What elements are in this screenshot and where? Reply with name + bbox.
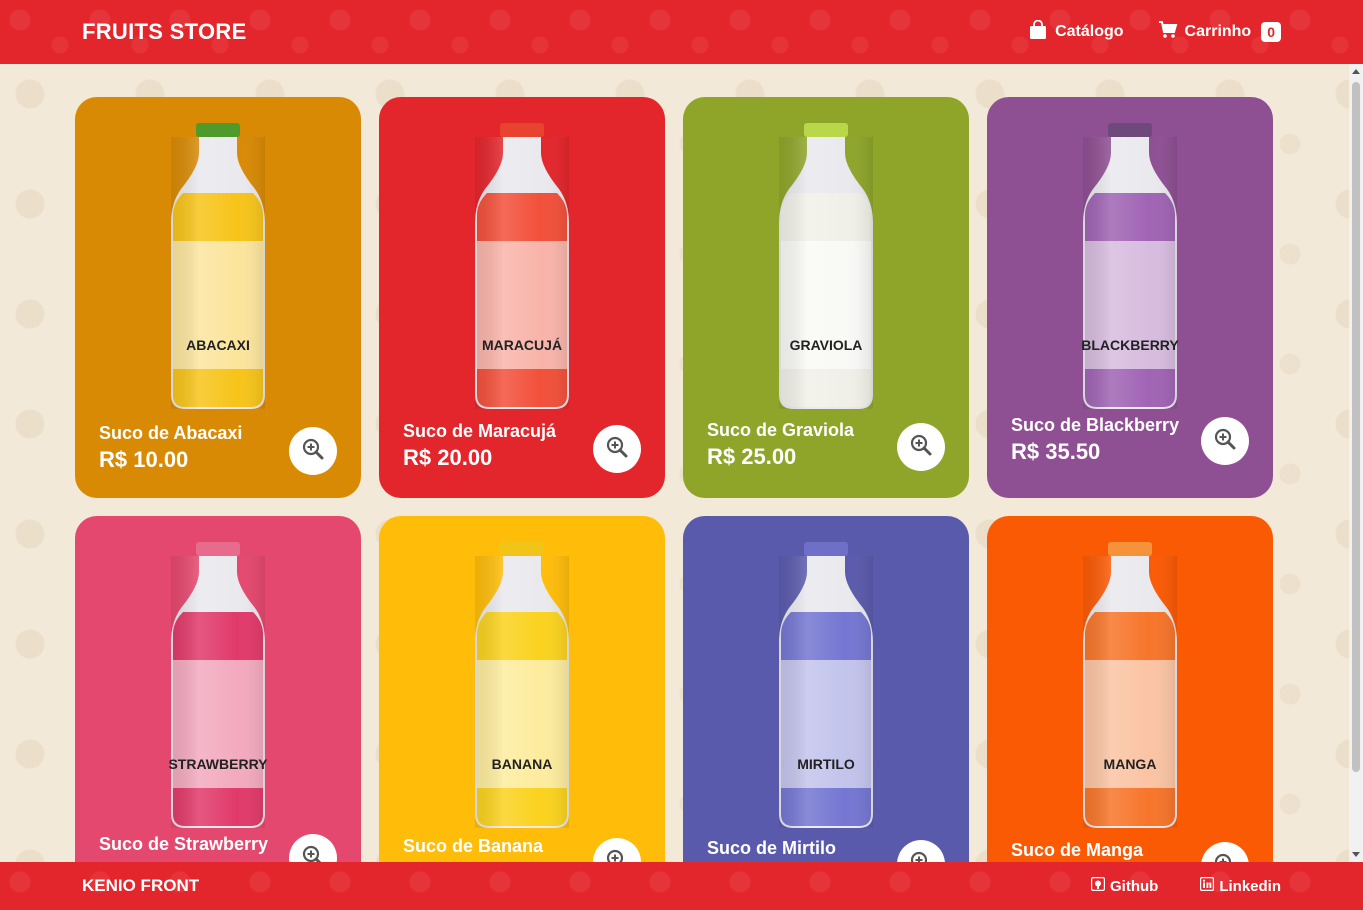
scroll-down-arrow[interactable] (1352, 852, 1360, 857)
product-image (163, 123, 273, 418)
zoom-button[interactable] (897, 840, 945, 862)
scroll-up-arrow[interactable] (1352, 69, 1360, 74)
product-card[interactable]: MIRTILO Suco de Mirtilo (683, 516, 969, 862)
zoom-in-icon (1213, 852, 1237, 862)
bottle-label-text: MARACUJÁ (481, 337, 563, 353)
product-image (1075, 542, 1185, 837)
page-scrollbar[interactable] (1349, 64, 1363, 862)
bottle-label-text: BLACKBERRY (1081, 337, 1179, 353)
bottle-label-text: ABACAXI (186, 337, 250, 353)
footer: KENIO FRONT Github Linkedin (0, 862, 1363, 910)
product-image (163, 542, 273, 837)
product-name: Suco de Banana (403, 836, 544, 856)
product-name: Suco de Strawberry (99, 834, 269, 854)
product-card[interactable]: STRAWBERRY Suco de Strawberry (75, 516, 361, 862)
product-card[interactable]: MARACUJÁ Suco de Maracujá R$ 20.00 (379, 97, 665, 498)
zoom-in-icon (301, 844, 325, 862)
linkedin-link[interactable]: Linkedin (1200, 876, 1281, 895)
product-card[interactable]: GRAVIOLA Suco de Graviola R$ 25.00 (683, 97, 969, 498)
product-image (467, 123, 577, 418)
github-label: Github (1110, 877, 1159, 895)
cart-link[interactable]: Carrinho 0 (1158, 20, 1281, 44)
linkedin-label: Linkedin (1219, 877, 1281, 895)
zoom-in-icon (301, 437, 325, 466)
product-name: Suco de Manga (1011, 840, 1144, 860)
product-image (467, 542, 577, 837)
scroll-thumb[interactable] (1352, 82, 1360, 772)
product-name: Suco de Maracujá (403, 421, 557, 441)
bottle-label-text: BANANA (491, 756, 553, 772)
bottle-label-text: GRAVIOLA (789, 337, 863, 353)
product-image (1075, 123, 1185, 418)
product-price: R$ 20.00 (403, 445, 493, 470)
zoom-in-icon (1213, 427, 1237, 456)
zoom-button[interactable] (897, 423, 945, 471)
product-price: R$ 35.50 (1011, 439, 1101, 464)
zoom-in-icon (605, 435, 629, 464)
product-price: R$ 25.00 (707, 444, 797, 469)
zoom-in-icon (605, 848, 629, 862)
zoom-button[interactable] (289, 834, 337, 862)
product-name: Suco de Abacaxi (99, 423, 243, 443)
cart-count-badge: 0 (1261, 22, 1281, 42)
main-nav: Catálogo Carrinho 0 (1028, 19, 1281, 45)
zoom-button[interactable] (289, 427, 337, 475)
zoom-button[interactable] (1201, 417, 1249, 465)
top-navbar: FRUITS STORE Catálogo Carrinho 0 (0, 0, 1363, 64)
product-image (771, 542, 881, 837)
product-card[interactable]: ABACAXI Suco de Abacaxi R$ 10.00 (75, 97, 361, 498)
zoom-button[interactable] (1201, 842, 1249, 862)
zoom-in-icon (909, 433, 933, 462)
product-image (771, 123, 881, 418)
product-name: Suco de Mirtilo (707, 838, 837, 858)
product-name: Suco de Blackberry (1011, 415, 1180, 435)
cart-icon (1158, 20, 1178, 44)
github-link[interactable]: Github (1090, 876, 1159, 895)
bottle-label-text: MANGA (1103, 756, 1157, 772)
product-catalog: ABACAXI Suco de Abacaxi R$ 10.00 MARACUJÁ S… (0, 64, 1349, 862)
bottle-label-text: MIRTILO (797, 756, 855, 772)
product-name: Suco de Graviola (707, 420, 855, 440)
shopping-bag-icon (1028, 19, 1048, 45)
product-price: R$ 10.00 (99, 447, 189, 472)
product-card[interactable]: BANANA Suco de Banana (379, 516, 665, 862)
catalog-label: Catálogo (1055, 23, 1124, 40)
product-card[interactable]: BLACKBERRY Suco de Blackberry R$ 35.50 (987, 97, 1273, 498)
bottle-label-text: STRAWBERRY (168, 756, 268, 772)
linkedin-icon (1200, 876, 1215, 895)
footer-brand: KENIO FRONT (82, 876, 200, 895)
product-card[interactable]: MANGA Suco de Manga (987, 516, 1273, 862)
github-icon (1090, 876, 1106, 895)
catalog-link[interactable]: Catálogo (1028, 19, 1124, 45)
zoom-button[interactable] (593, 425, 641, 473)
cart-label: Carrinho (1184, 23, 1252, 40)
zoom-button[interactable] (593, 838, 641, 862)
zoom-in-icon (909, 850, 933, 862)
footer-links: Github Linkedin (1090, 876, 1281, 895)
brand-title[interactable]: FRUITS STORE (82, 19, 247, 45)
